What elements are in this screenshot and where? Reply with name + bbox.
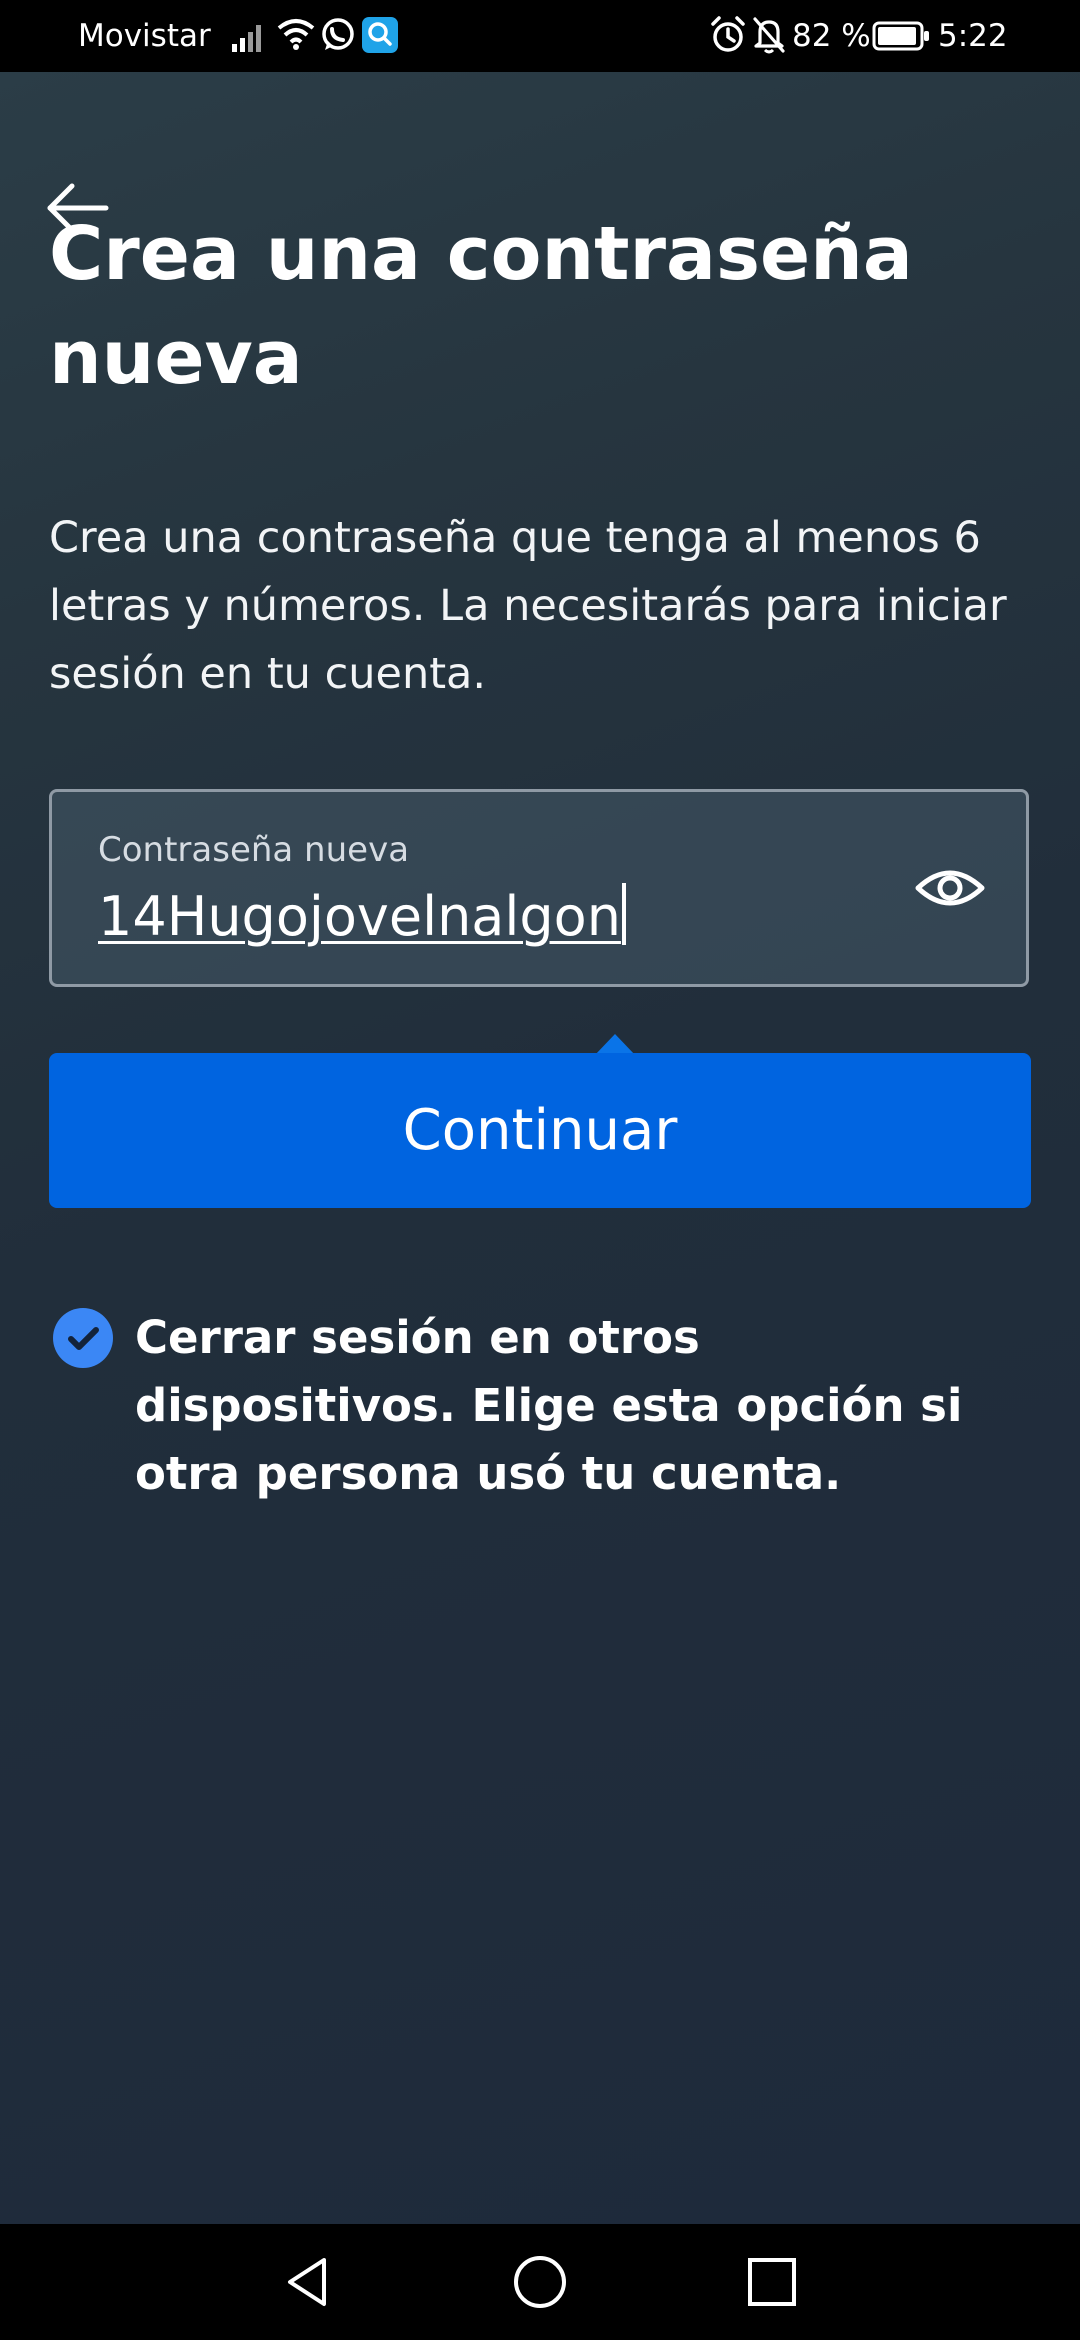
home-circle-icon[interactable] (510, 2252, 570, 2312)
notifications-off-icon (753, 17, 785, 54)
logout-option-text: Cerrar sesión en otros dispositivos. Eli… (135, 1311, 963, 1500)
toggle-password-visibility-button[interactable] (912, 854, 988, 922)
alarm-icon (711, 16, 745, 52)
status-bar: Movistar 82 % 5:22 (0, 0, 1080, 72)
wifi-icon (277, 19, 315, 50)
eye-icon (915, 870, 985, 906)
password-input[interactable]: 14Hugojovelnalgon (98, 882, 626, 952)
checkbox-checked-icon[interactable] (53, 1308, 113, 1368)
password-field-label: Contraseña nueva (98, 830, 410, 870)
page-subtitle: Crea una contraseña que tenga al menos 6… (49, 513, 1007, 699)
clock: 5:22 (938, 18, 1008, 54)
text-cursor (621, 883, 626, 945)
battery-icon (872, 21, 929, 51)
back-triangle-icon[interactable] (278, 2252, 338, 2312)
battery-percent: 82 % (792, 18, 871, 54)
app-screen: Crea una contraseña nueva Crea una contr… (0, 72, 1080, 2224)
password-value: 14Hugojovelnalgon (98, 885, 621, 948)
new-password-field[interactable]: Contraseña nueva 14Hugojovelnalgon (49, 789, 1029, 987)
carrier-name: Movistar (78, 18, 211, 54)
signal-icon (232, 25, 261, 52)
search-app-icon (362, 17, 398, 53)
navigation-bar (0, 2224, 1080, 2340)
continue-button[interactable]: Continuar (49, 1053, 1031, 1208)
whatsapp-icon (322, 18, 354, 50)
page-title: Crea una contraseña nueva (49, 211, 913, 401)
recents-square-icon[interactable] (742, 2252, 802, 2312)
